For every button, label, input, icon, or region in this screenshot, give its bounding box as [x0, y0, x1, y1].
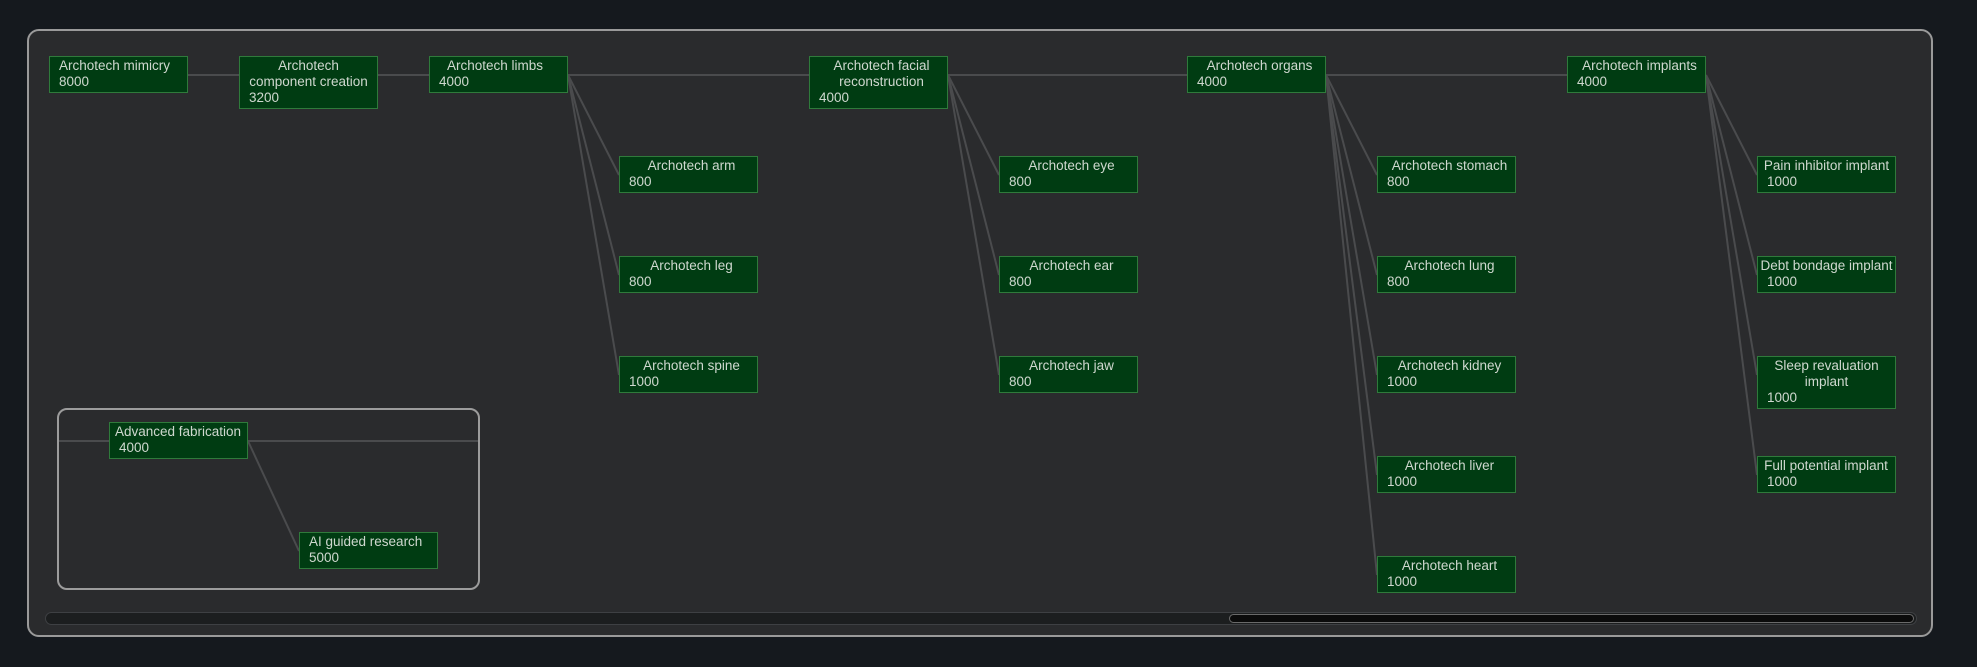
node-archotech-organs[interactable]: Archotech organs 4000 [1187, 56, 1326, 93]
node-name: AI guided research [309, 534, 423, 549]
node-cost: 1000 [1767, 474, 1798, 489]
node-name: Archotech jaw [1029, 358, 1114, 373]
node-cost: 800 [1009, 174, 1032, 189]
node-cost: 800 [1387, 174, 1410, 189]
node-archotech-mimicry[interactable]: Archotech mimicry 8000 [49, 56, 188, 93]
node-name: Advanced fabrication [114, 424, 242, 439]
node-ai-guided-research[interactable]: AI guided research 5000 [299, 532, 438, 569]
node-name: Sleep revaluation implant [1774, 358, 1879, 389]
node-archotech-spine[interactable]: Archotech spine 1000 [619, 356, 758, 393]
node-archotech-stomach[interactable]: Archotech stomach 800 [1377, 156, 1516, 193]
node-cost: 1000 [1767, 274, 1798, 289]
node-cost: 800 [1009, 274, 1032, 289]
node-full-potential-implant[interactable]: Full potential implant 1000 [1757, 456, 1896, 493]
node-archotech-facial-reconstruction[interactable]: Archotech facial reconstruction 4000 [809, 56, 948, 109]
node-cost: 1000 [629, 374, 660, 389]
node-archotech-eye[interactable]: Archotech eye 800 [999, 156, 1138, 193]
node-name: Archotech leg [650, 258, 733, 273]
scrollbar-thumb[interactable] [1229, 614, 1914, 623]
node-archotech-kidney[interactable]: Archotech kidney 1000 [1377, 356, 1516, 393]
node-name: Archotech component creation [249, 58, 368, 89]
node-name: Full potential implant [1764, 458, 1888, 473]
node-name: Archotech arm [647, 158, 736, 173]
node-cost: 800 [629, 174, 652, 189]
node-archotech-jaw[interactable]: Archotech jaw 800 [999, 356, 1138, 393]
node-cost: 4000 [819, 90, 850, 105]
node-cost: 4000 [1577, 74, 1608, 89]
node-name: Archotech heart [1401, 558, 1498, 573]
node-name: Archotech eye [1028, 158, 1115, 173]
node-archotech-arm[interactable]: Archotech arm 800 [619, 156, 758, 193]
node-cost: 4000 [119, 440, 150, 455]
node-name: Archotech organs [1206, 58, 1313, 73]
node-name: Archotech implants [1582, 58, 1697, 73]
node-cost: 1000 [1387, 474, 1418, 489]
node-archotech-implants[interactable]: Archotech implants 4000 [1567, 56, 1706, 93]
node-name: Pain inhibitor implant [1763, 158, 1890, 173]
node-name: Archotech mimicry [59, 58, 171, 73]
node-cost: 1000 [1387, 374, 1418, 389]
node-advanced-fabrication[interactable]: Advanced fabrication 4000 [109, 422, 248, 459]
node-archotech-component-creation[interactable]: Archotech component creation 3200 [239, 56, 378, 109]
node-name: Archotech facial reconstruction [833, 58, 930, 89]
node-name: Debt bondage implant [1760, 258, 1893, 273]
node-archotech-heart[interactable]: Archotech heart 1000 [1377, 556, 1516, 593]
node-archotech-ear[interactable]: Archotech ear 800 [999, 256, 1138, 293]
node-cost: 3200 [249, 90, 280, 105]
node-cost: 800 [1009, 374, 1032, 389]
node-cost: 1000 [1767, 390, 1798, 405]
node-name: Archotech limbs [447, 58, 544, 73]
horizontal-scrollbar[interactable] [45, 612, 1917, 625]
node-sleep-revaluation-implant[interactable]: Sleep revaluation implant 1000 [1757, 356, 1896, 409]
node-cost: 5000 [309, 550, 340, 565]
node-cost: 800 [629, 274, 652, 289]
node-archotech-lung[interactable]: Archotech lung 800 [1377, 256, 1516, 293]
node-cost: 4000 [1197, 74, 1228, 89]
node-name: Archotech stomach [1391, 158, 1508, 173]
node-name: Archotech spine [643, 358, 740, 373]
node-archotech-leg[interactable]: Archotech leg 800 [619, 256, 758, 293]
node-archotech-limbs[interactable]: Archotech limbs 4000 [429, 56, 568, 93]
node-archotech-liver[interactable]: Archotech liver 1000 [1377, 456, 1516, 493]
node-name: Archotech kidney [1397, 358, 1502, 373]
node-pain-inhibitor-implant[interactable]: Pain inhibitor implant 1000 [1757, 156, 1896, 193]
node-name: Archotech lung [1404, 258, 1495, 273]
node-cost: 4000 [439, 74, 470, 89]
node-cost: 1000 [1767, 174, 1798, 189]
node-name: Archotech ear [1029, 258, 1114, 273]
node-name: Archotech liver [1404, 458, 1495, 473]
node-cost: 8000 [59, 74, 90, 89]
node-cost: 800 [1387, 274, 1410, 289]
node-cost: 1000 [1387, 574, 1418, 589]
node-debt-bondage-implant[interactable]: Debt bondage implant 1000 [1757, 256, 1896, 293]
